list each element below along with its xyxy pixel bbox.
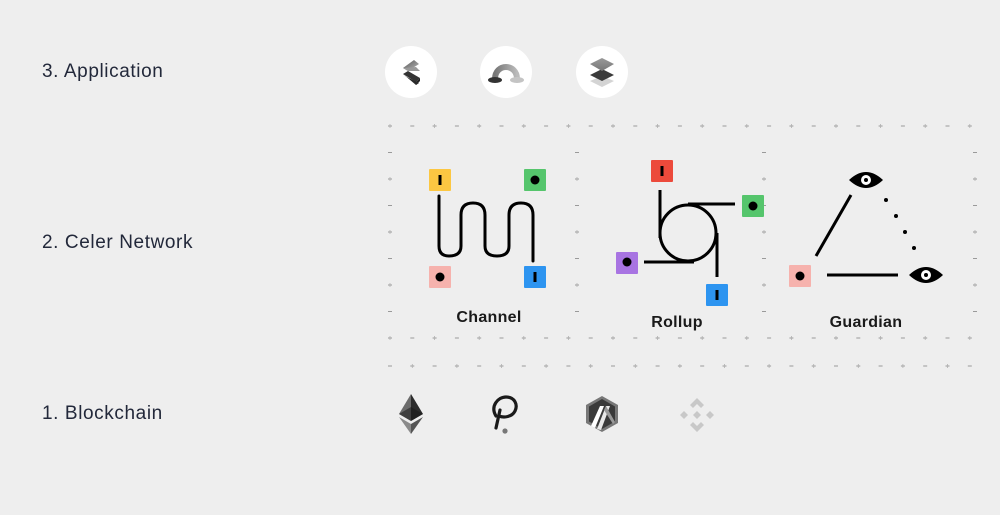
- rollup-node-purple: [616, 252, 638, 274]
- diagram-title-rollup: Rollup: [651, 314, 703, 331]
- guardian-eye-icon-top: [849, 172, 883, 188]
- channel-node-pink: [429, 266, 451, 288]
- diagram-title-guardian: Guardian: [829, 314, 903, 331]
- arbitrum-icon[interactable]: [583, 394, 621, 434]
- guardian-diagram: [789, 172, 943, 287]
- guardian-node-pink: [789, 265, 811, 287]
- binance-icon[interactable]: [678, 396, 716, 434]
- rollup-node-red: [651, 160, 673, 182]
- guardian-dotted-line: [884, 198, 916, 250]
- polkadot-icon[interactable]: [488, 394, 522, 436]
- channel-wire: [437, 194, 535, 263]
- channel-diagram: [429, 169, 546, 288]
- rollup-node-blue: [706, 284, 728, 306]
- channel-node-yellow: [429, 169, 451, 191]
- guardian-eye-icon-right: [909, 267, 943, 283]
- channel-node-green: [524, 169, 546, 191]
- rollup-node-green: [742, 195, 764, 217]
- ethereum-icon[interactable]: [396, 392, 426, 436]
- rollup-diagram: [616, 160, 764, 306]
- channel-node-blue: [524, 266, 546, 288]
- celer-network-diagram-area: [388, 124, 977, 368]
- diagram-title-channel: Channel: [456, 309, 522, 326]
